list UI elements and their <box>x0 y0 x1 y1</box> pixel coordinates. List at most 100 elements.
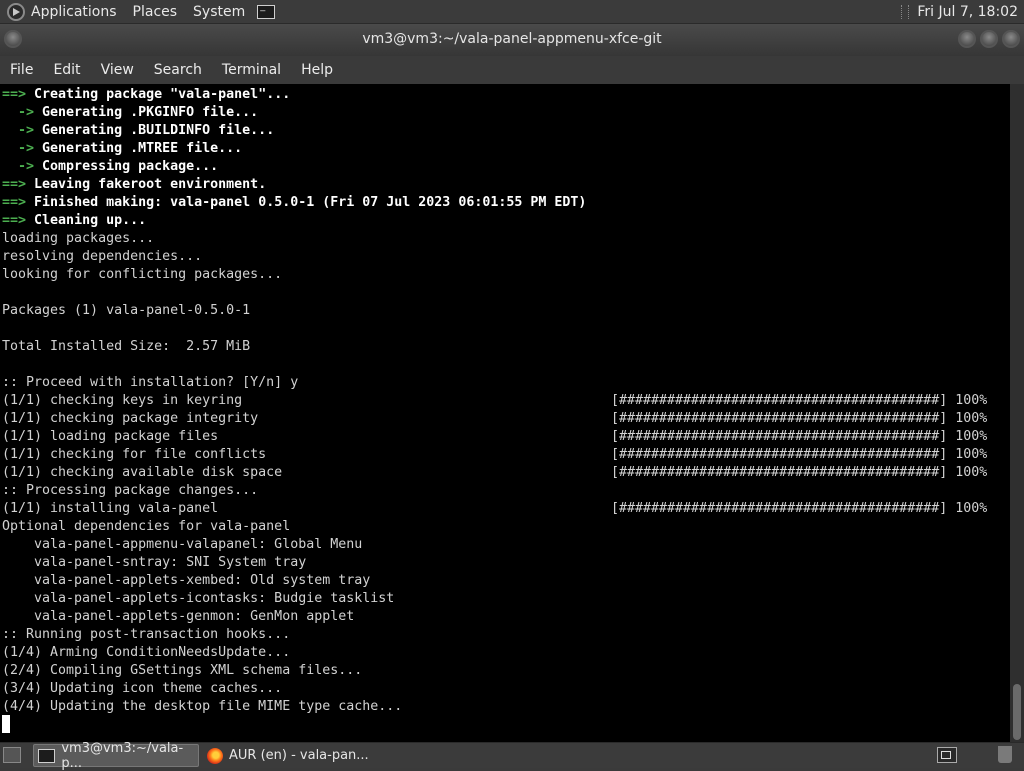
menu-terminal[interactable]: Terminal <box>212 62 291 78</box>
trash-icon[interactable] <box>998 746 1012 763</box>
terminal-line: Packages (1) vala-panel-0.5.0-1 <box>2 302 250 320</box>
terminal-line-text: :: Proceed with installation? [Y/n] y <box>2 375 299 390</box>
terminal-line: resolving dependencies... <box>2 248 202 266</box>
menu-applications[interactable]: Applications <box>31 4 117 20</box>
terminal-line-text: Creating package "vala-panel"... <box>26 87 291 102</box>
build-arrow-marker: -> <box>2 141 35 156</box>
terminal-line-text: Compressing package... <box>34 159 219 174</box>
terminal-line-text: vala-panel-sntray: SNI System tray <box>2 555 307 570</box>
terminal-line-text: Generating .MTREE file... <box>34 141 243 156</box>
build-arrow-marker: ==> <box>2 87 27 102</box>
build-arrow-marker: ==> <box>2 195 27 210</box>
terminal-line-text: (1/1) checking for file conflicts <box>2 447 267 462</box>
terminal-line-text: (1/1) checking available disk space <box>2 465 283 480</box>
bottom-panel: vm3@vm3:~/vala-p... AUR (en) - vala-pan.… <box>0 741 1024 771</box>
menu-edit[interactable]: Edit <box>43 62 90 78</box>
terminal-line-text: (2/4) Compiling GSettings XML schema fil… <box>2 663 363 678</box>
progress-bar-text: [#######################################… <box>611 411 988 426</box>
terminal-line-text: resolving dependencies... <box>2 249 203 264</box>
menu-system[interactable]: System <box>193 4 245 20</box>
terminal-line: Optional dependencies for vala-panel <box>2 518 290 536</box>
terminal-line-text: vala-panel-applets-xembed: Old system tr… <box>2 573 371 588</box>
terminal-line-text: vala-panel-appmenu-valapanel: Global Men… <box>2 537 363 552</box>
show-desktop-icon[interactable] <box>3 747 21 763</box>
terminal-line-text: Generating .BUILDINFO file... <box>34 123 275 138</box>
minimize-button[interactable] <box>958 30 976 48</box>
terminal-line-text: :: Running post-transaction hooks... <box>2 627 291 642</box>
progress-bar-text: [#######################################… <box>611 393 988 408</box>
terminal-line: -> Generating .PKGINFO file... <box>2 104 258 122</box>
terminal-line: vala-panel-sntray: SNI System tray <box>2 554 306 572</box>
clock[interactable]: Fri Jul 7, 18:02 <box>917 4 1018 20</box>
menu-search[interactable]: Search <box>144 62 212 78</box>
firefox-icon <box>207 747 223 764</box>
terminal-line-text: Finished making: vala-panel 0.5.0-1 (Fri… <box>26 195 587 210</box>
terminal-line-text: (1/4) Arming ConditionNeedsUpdate... <box>2 645 291 660</box>
terminal-line: vala-panel-applets-xembed: Old system tr… <box>2 572 370 590</box>
terminal-line-text: (1/1) checking package integrity <box>2 411 259 426</box>
taskbar-item-label: AUR (en) - vala-pan... <box>229 748 369 763</box>
progress-bar-text: [#######################################… <box>611 465 988 480</box>
terminal-line: vala-panel-appmenu-valapanel: Global Men… <box>2 536 362 554</box>
maximize-button[interactable] <box>980 30 998 48</box>
terminal-line: ==> Creating package "vala-panel"... <box>2 86 290 104</box>
terminal-line: looking for conflicting packages... <box>2 266 282 284</box>
terminal-line: -> Generating .BUILDINFO file... <box>2 122 274 140</box>
terminal-line-text: (1/1) checking keys in keyring <box>2 393 243 408</box>
terminal-line: (4/4) Updating the desktop file MIME typ… <box>2 698 402 716</box>
scrollbar-thumb[interactable] <box>1013 684 1021 740</box>
progress-bar-text: [#######################################… <box>611 429 988 444</box>
menu-help[interactable]: Help <box>291 62 343 78</box>
terminal-line-text: Cleaning up... <box>26 213 147 228</box>
terminal-line: :: Processing package changes... <box>2 482 258 500</box>
terminal-line-text: :: Processing package changes... <box>2 483 259 498</box>
terminal-scrollbar[interactable] <box>1010 84 1024 742</box>
menu-places[interactable]: Places <box>133 4 178 20</box>
terminal-line-text: (3/4) Updating icon theme caches... <box>2 681 283 696</box>
workspace-switcher-icon[interactable] <box>937 747 957 763</box>
terminal-line-text: (1/1) loading package files <box>2 429 219 444</box>
terminal-line: :: Running post-transaction hooks... <box>2 626 290 644</box>
build-arrow-marker: -> <box>2 105 35 120</box>
terminal-line-text: vala-panel-applets-icontasks: Budgie tas… <box>2 591 395 606</box>
terminal-line: Total Installed Size: 2.57 MiB <box>2 338 250 356</box>
terminal-line-text: (1/1) installing vala-panel <box>2 501 219 516</box>
build-arrow-marker: ==> <box>2 177 27 192</box>
menu-view[interactable]: View <box>91 62 144 78</box>
progress-bar-text: [#######################################… <box>611 447 988 462</box>
window-title: vm3@vm3:~/vala-panel-appmenu-xfce-git <box>362 31 662 47</box>
terminal-line-text: vala-panel-applets-genmon: GenMon applet <box>2 609 355 624</box>
build-arrow-marker: -> <box>2 159 35 174</box>
terminal-line: (2/4) Compiling GSettings XML schema fil… <box>2 662 362 680</box>
terminal-line: (1/1) checking available disk space <box>2 464 282 482</box>
close-button[interactable] <box>1002 30 1020 48</box>
terminal-line-text: looking for conflicting packages... <box>2 267 283 282</box>
terminal-line: vala-panel-applets-genmon: GenMon applet <box>2 608 354 626</box>
taskbar-item-label: vm3@vm3:~/vala-p... <box>61 740 184 771</box>
distro-logo-icon[interactable] <box>7 2 25 21</box>
progress-bar-text: [#######################################… <box>611 501 988 516</box>
panel-separator <box>901 4 910 19</box>
window-titlebar[interactable]: vm3@vm3:~/vala-panel-appmenu-xfce-git <box>0 24 1024 56</box>
terminal-line: (3/4) Updating icon theme caches... <box>2 680 282 698</box>
menu-file[interactable]: File <box>0 62 43 78</box>
terminal-line: (1/1) loading package files <box>2 428 218 446</box>
taskbar-item-terminal[interactable]: vm3@vm3:~/vala-p... <box>33 741 199 771</box>
terminal-menubar: File Edit View Search Terminal Help <box>0 56 1024 84</box>
terminal-line: :: Proceed with installation? [Y/n] y <box>2 374 298 392</box>
terminal-line-text: Generating .PKGINFO file... <box>34 105 259 120</box>
terminal-line: ==> Cleaning up... <box>2 212 146 230</box>
terminal-cursor <box>2 715 10 733</box>
taskbar-item-firefox[interactable]: AUR (en) - vala-pan... <box>203 744 393 767</box>
terminal-line: (1/1) installing vala-panel <box>2 500 218 518</box>
terminal-line: (1/1) checking package integrity <box>2 410 258 428</box>
terminal-line: loading packages... <box>2 230 154 248</box>
terminal-icon <box>38 748 56 763</box>
build-arrow-marker: -> <box>2 123 35 138</box>
terminal-line-text: Total Installed Size: 2.57 MiB <box>2 339 251 354</box>
terminal-line: vala-panel-applets-icontasks: Budgie tas… <box>2 590 394 608</box>
terminal-line: -> Generating .MTREE file... <box>2 140 242 158</box>
terminal-output[interactable]: ==> Creating package "vala-panel"... -> … <box>0 84 1010 742</box>
terminal-line-text: Packages (1) vala-panel-0.5.0-1 <box>2 303 251 318</box>
terminal-launcher-icon[interactable] <box>257 1 276 19</box>
